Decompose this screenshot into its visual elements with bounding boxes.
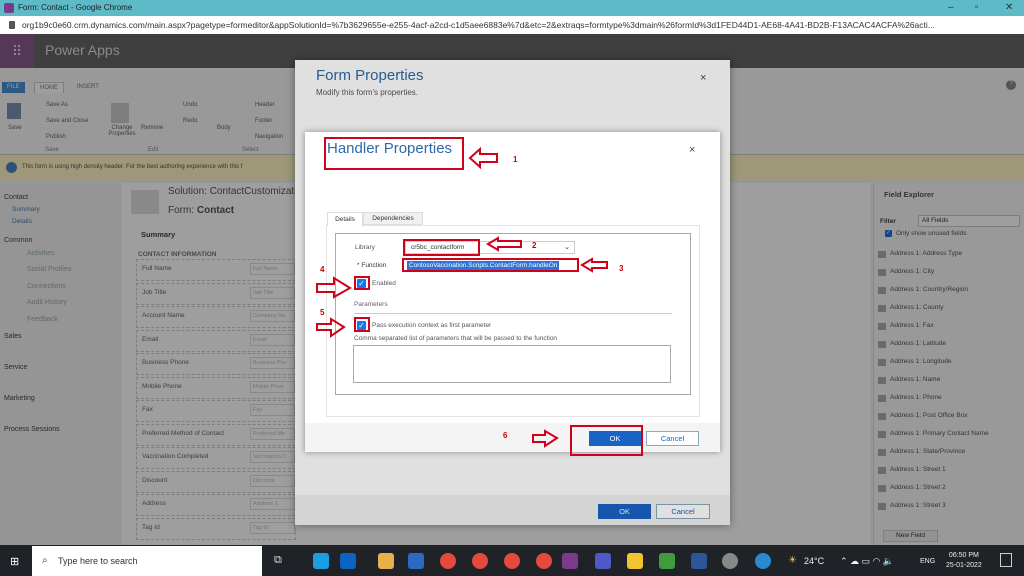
annotation-box-2 — [403, 239, 480, 256]
chrome-icon[interactable] — [472, 553, 488, 569]
annotation-box-5 — [354, 317, 370, 332]
help-app-icon[interactable] — [755, 553, 771, 569]
arrow-left-icon — [486, 236, 522, 252]
word-icon[interactable] — [691, 553, 707, 569]
arrow-right-icon — [532, 429, 559, 448]
people-icon[interactable] — [408, 553, 424, 569]
annotation-6: 6 — [503, 431, 508, 440]
annotation-3: 3 — [619, 264, 624, 273]
sticky-notes-icon[interactable] — [627, 553, 643, 569]
task-view-icon[interactable]: ⧉ — [274, 554, 282, 567]
notifications-icon[interactable] — [1000, 553, 1012, 567]
clock-time: 06:50 PM — [948, 552, 979, 559]
teams-icon[interactable] — [595, 553, 611, 569]
taskbar-search[interactable]: ⌕ Type here to search — [32, 546, 262, 576]
outlook-icon[interactable] — [340, 553, 356, 569]
arrow-left-icon — [468, 146, 498, 170]
annotation-1: 1 — [513, 155, 518, 164]
power-apps-icon[interactable] — [562, 553, 578, 569]
clock-date: 25-01-2022 — [946, 562, 982, 569]
annotation-box-4 — [354, 276, 370, 290]
annotation-2: 2 — [532, 241, 537, 250]
weather-temp[interactable]: 24°C — [804, 556, 824, 566]
annotation-box-6 — [570, 425, 643, 456]
annotation-box-1 — [324, 137, 464, 170]
annotation-box-3 — [402, 258, 579, 272]
arrow-left-icon — [580, 257, 608, 273]
search-icon: ⌕ — [42, 555, 48, 566]
arrow-right-icon — [316, 317, 346, 338]
annotation-layer — [316, 137, 643, 456]
presentation-icon[interactable] — [659, 553, 675, 569]
search-placeholder: Type here to search — [58, 556, 138, 566]
chrome-icon[interactable] — [440, 553, 456, 569]
annotation-5: 5 — [320, 308, 325, 317]
arrow-right-icon — [316, 276, 352, 299]
language-indicator[interactable]: ENG — [920, 558, 935, 565]
edge-icon[interactable] — [313, 553, 329, 569]
mail-icon[interactable] — [378, 553, 394, 569]
chrome-icon[interactable] — [536, 553, 552, 569]
clock[interactable]: 06:50 PM 25-01-2022 — [946, 551, 982, 571]
chrome-icon[interactable] — [504, 553, 520, 569]
paint-icon[interactable] — [722, 553, 738, 569]
weather-icon: ☀ — [788, 555, 797, 566]
windows-start-icon[interactable]: ⊞ — [10, 555, 19, 568]
annotation-4: 4 — [320, 265, 325, 274]
system-tray-icons[interactable]: ⌃ ☁ ▭ ◠ 🔈 — [840, 556, 894, 567]
